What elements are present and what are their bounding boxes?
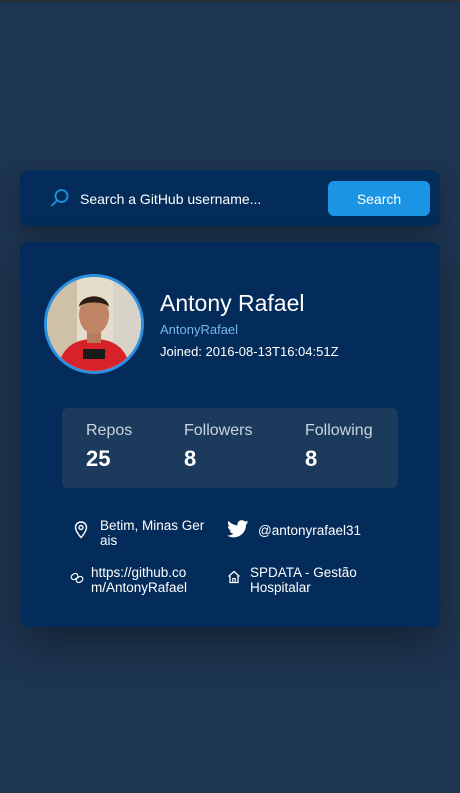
avatar[interactable] xyxy=(44,274,144,374)
search-bar: Search xyxy=(20,170,440,226)
company-text: SPDATA - Gestão Hospitalar xyxy=(250,565,357,595)
search-button[interactable]: Search xyxy=(328,181,430,216)
twitter-icon xyxy=(227,520,249,538)
stat-repos-label: Repos xyxy=(86,422,133,439)
stat-following-value: 8 xyxy=(305,446,318,471)
blog-link[interactable]: https://github.co m/AntonyRafael xyxy=(91,565,187,595)
stat-repos: Repos 25 xyxy=(86,422,132,472)
stat-repos-value: 25 xyxy=(86,446,111,471)
profile-joined-date: Joined: 2016-08-13T16:04:51Z xyxy=(160,344,339,359)
search-icon xyxy=(51,189,69,207)
stat-followers-label: Followers xyxy=(184,422,253,439)
stat-followers: Followers 8 xyxy=(184,422,252,472)
link-icon xyxy=(70,572,84,584)
stat-following: Following 8 xyxy=(305,422,373,472)
profile-card: Antony Rafael AntonyRafael Joined: 2016-… xyxy=(20,242,440,627)
stat-followers-value: 8 xyxy=(184,446,197,471)
stat-following-label: Following xyxy=(305,422,373,439)
window-top-border xyxy=(0,0,460,2)
company-line-1: SPDATA - Gestão xyxy=(250,565,357,580)
profile-name: Antony Rafael xyxy=(160,290,305,316)
location-text: Betim, Minas Ger ais xyxy=(100,518,204,548)
company-line-2: Hospitalar xyxy=(250,580,311,595)
twitter-handle[interactable]: @antonyrafael31 xyxy=(258,523,361,538)
search-input[interactable] xyxy=(78,186,332,212)
location-line-2: ais xyxy=(100,533,118,548)
stats-box: Repos 25 Followers 8 Following 8 xyxy=(62,408,398,488)
building-icon xyxy=(228,570,240,584)
avatar-photo xyxy=(47,277,141,371)
blog-line-2: m/AntonyRafael xyxy=(91,580,188,595)
location-pin-icon xyxy=(74,521,88,539)
blog-line-1: https://github.co xyxy=(91,565,187,580)
profile-login-link[interactable]: AntonyRafael xyxy=(160,322,238,337)
location-line-1: Betim, Minas Ger xyxy=(100,518,205,533)
